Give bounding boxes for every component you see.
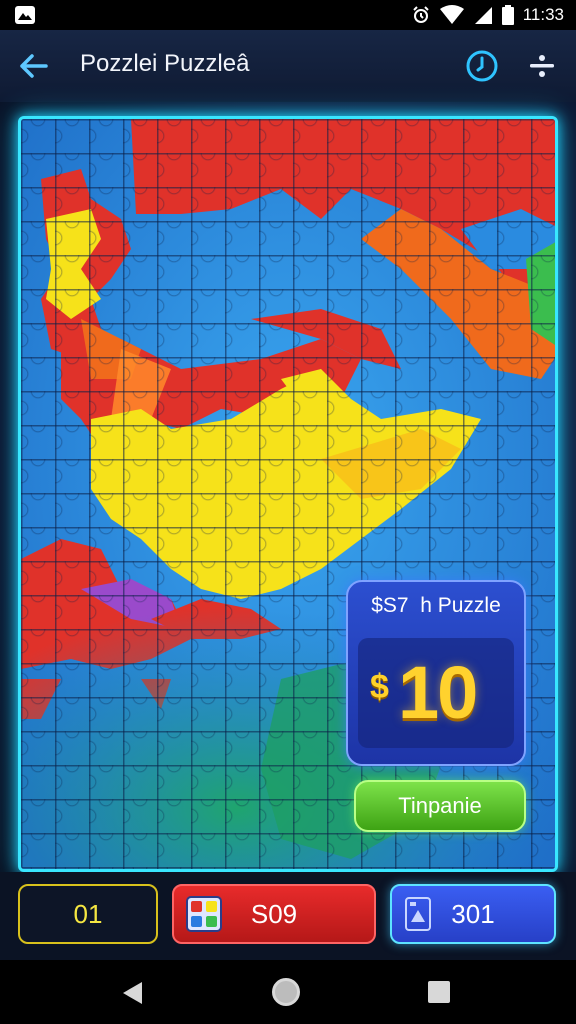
wifi-icon bbox=[439, 5, 464, 24]
status-time: 11:33 bbox=[522, 5, 564, 24]
nav-back-icon[interactable] bbox=[120, 980, 144, 1006]
offer-price-panel: $ 10 bbox=[358, 638, 514, 748]
status-bar: 11:33 bbox=[0, 0, 576, 30]
page-title: Pozzlei Puzzleâ bbox=[80, 50, 250, 77]
app-bar: Pozzlei Puzzleâ bbox=[0, 30, 576, 103]
counter-pill-3[interactable]: 301 bbox=[390, 884, 556, 944]
menu-button[interactable] bbox=[522, 46, 562, 86]
app-notification-icon bbox=[15, 6, 35, 24]
counter-1-value: 01 bbox=[73, 898, 103, 929]
back-button[interactable] bbox=[14, 46, 54, 86]
offer-card: $S7 h Puzzle $ 10 bbox=[346, 580, 526, 766]
battery-icon bbox=[501, 5, 514, 25]
offer-title: $S7 h Puzzle bbox=[371, 594, 501, 617]
card-icon bbox=[405, 897, 431, 931]
signal-icon bbox=[474, 7, 492, 24]
currency-symbol: $ bbox=[370, 668, 389, 706]
timer-icon bbox=[466, 50, 498, 82]
counter-3-value: 301 bbox=[451, 898, 495, 929]
nav-recents-icon[interactable] bbox=[428, 981, 450, 1003]
offer-button[interactable]: Tinpanie bbox=[354, 780, 526, 832]
offer-price: 10 bbox=[398, 651, 478, 734]
alarm-icon bbox=[413, 6, 429, 23]
counter-pill-1[interactable]: 01 bbox=[18, 884, 158, 944]
nav-home-icon[interactable] bbox=[272, 978, 300, 1006]
timer-button[interactable] bbox=[462, 46, 502, 86]
puzzle-pieces-icon bbox=[186, 896, 222, 932]
system-nav-bar bbox=[0, 960, 576, 1024]
counter-2-value: S09 bbox=[250, 898, 298, 929]
arrow-left-icon bbox=[20, 54, 48, 78]
split-menu-icon bbox=[530, 55, 554, 77]
counter-pill-2[interactable]: S09 bbox=[172, 884, 376, 944]
